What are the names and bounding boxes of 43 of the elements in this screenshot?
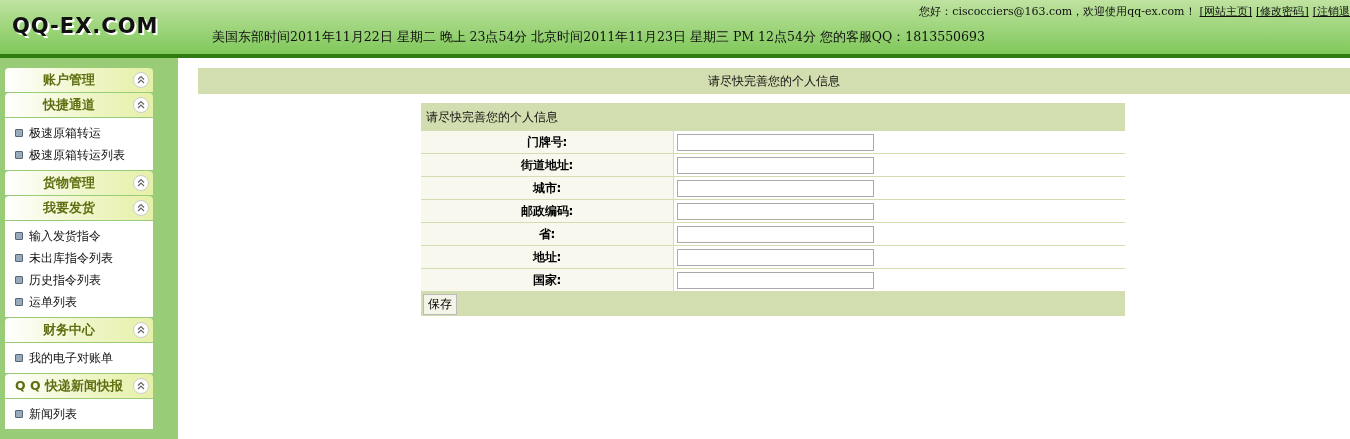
site-logo: QQ-EX.COM — [12, 14, 160, 40]
sidebar-link[interactable]: 新闻列表 — [29, 405, 77, 423]
bullet-icon — [15, 410, 23, 418]
save-button[interactable]: 保存 — [423, 293, 457, 315]
input-field[interactable] — [677, 156, 874, 174]
page-title-bar: 请尽快完善您的个人信息 — [198, 68, 1350, 94]
sidebar-link[interactable]: 历史指令列表 — [29, 271, 101, 289]
sidebar-section-header[interactable]: 财务中心 — [5, 318, 153, 342]
sidebar-section-header[interactable]: Q Q 快递新闻快报 — [5, 374, 153, 398]
collapse-icon[interactable] — [133, 200, 149, 216]
sidebar-link[interactable]: 运单列表 — [29, 293, 77, 311]
bullet-icon — [15, 129, 23, 137]
sidebar-section-header[interactable]: 货物管理 — [5, 171, 153, 195]
sidebar-section-header[interactable]: 账户管理 — [5, 68, 153, 92]
sidebar-link[interactable]: 输入发货指令 — [29, 227, 101, 245]
input-field[interactable] — [677, 248, 874, 266]
sidebar-link[interactable]: 极速原箱转运列表 — [29, 146, 125, 164]
sidebar-section-header[interactable]: 快捷通道 — [5, 93, 153, 117]
collapse-icon[interactable] — [133, 322, 149, 338]
time-info-text: 美国东部时间2011年11月22日 星期二 晚上 23点54分 北京时间2011年11月23日 星期三 PM 12点54分 您的客服QQ：1813550693 — [212, 29, 986, 46]
sidebar-section-header[interactable]: 我要发货 — [5, 196, 153, 220]
collapse-icon[interactable] — [133, 72, 149, 88]
input-field[interactable] — [677, 202, 874, 220]
greeting-text: 您好：ciscocciers@163.com，欢迎使用qq-ex.com！ — [919, 4, 1196, 19]
bullet-icon — [15, 151, 23, 159]
bullet-icon — [15, 276, 23, 284]
sidebar-link[interactable]: 未出库指令列表 — [29, 249, 113, 267]
header-link[interactable]: [注销退 — [1312, 4, 1350, 19]
collapse-icon[interactable] — [133, 97, 149, 113]
input-field[interactable] — [677, 179, 874, 197]
input-field[interactable] — [677, 133, 874, 151]
collapse-icon[interactable] — [133, 175, 149, 191]
form-title: 请尽快完善您的个人信息 — [425, 109, 559, 126]
sidebar-link[interactable]: 极速原箱转运 — [29, 124, 101, 142]
input-field[interactable] — [677, 225, 874, 243]
header-link[interactable]: [修改密码] — [1256, 4, 1309, 19]
bullet-icon — [15, 254, 23, 262]
collapse-icon[interactable] — [133, 378, 149, 394]
bullet-icon — [15, 298, 23, 306]
header-link[interactable]: [网站主页] — [1199, 4, 1253, 19]
bullet-icon — [15, 232, 23, 240]
bullet-icon — [15, 354, 23, 362]
input-field[interactable] — [677, 271, 874, 289]
